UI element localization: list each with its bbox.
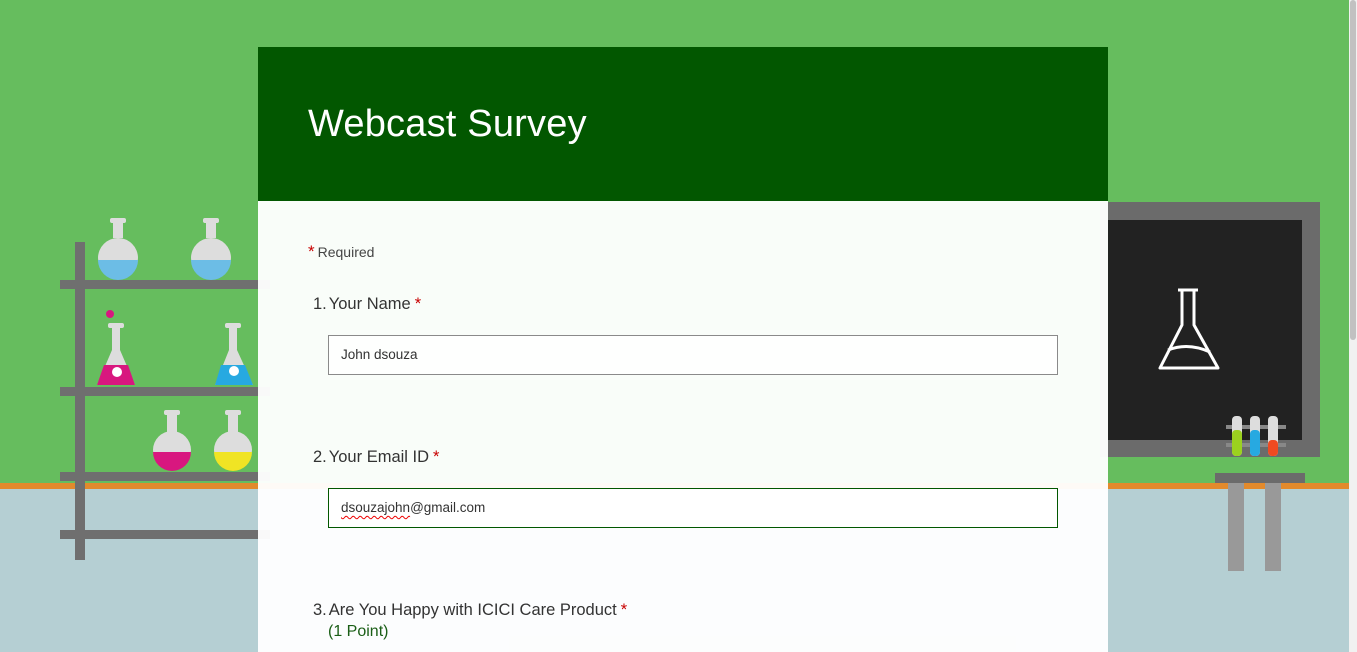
lab-shelf-illustration <box>60 242 270 560</box>
chalkboard-illustration <box>1100 202 1320 457</box>
required-label: Required <box>317 244 375 260</box>
scrollbar-thumb[interactable] <box>1350 0 1356 340</box>
flask-icon <box>98 218 138 280</box>
question-text: Your Name <box>328 295 411 313</box>
flask-icon <box>153 410 191 471</box>
form-header: Webcast Survey <box>258 47 1108 201</box>
flask-icon <box>97 310 135 385</box>
question-number: 3. <box>313 601 327 619</box>
page-scrollbar[interactable] <box>1349 0 1357 652</box>
survey-form: Webcast Survey * Required 1. Your Name * Jo… <box>258 47 1108 652</box>
question-2-label: 2. Your Email ID * <box>313 448 439 467</box>
name-input-value: John dsouza <box>341 347 418 362</box>
required-asterisk: * <box>414 295 422 313</box>
flask-icon <box>214 410 252 471</box>
question-3-label: 3. Are You Happy with ICICI Care Product * <box>313 601 627 620</box>
question-1-label: 1. Your Name * <box>313 295 421 314</box>
flask-icon <box>215 323 253 385</box>
flask-icon <box>191 218 231 280</box>
required-asterisk: * <box>620 601 628 619</box>
question-text: Your Email ID <box>328 448 430 466</box>
email-input-value-rest: @gmail.com <box>410 500 486 515</box>
required-asterisk: * <box>433 448 440 466</box>
form-title: Webcast Survey <box>308 103 587 145</box>
question-3-points: (1 Point) <box>328 623 389 640</box>
required-note: * Required <box>308 242 374 262</box>
name-input[interactable]: John dsouza <box>328 335 1058 375</box>
email-input[interactable]: dsouzajohn@gmail.com <box>328 488 1058 528</box>
question-number: 2. <box>313 448 327 466</box>
required-asterisk: * <box>308 242 315 261</box>
question-text: Are You Happy with ICICI Care Product <box>328 601 617 619</box>
question-number: 1. <box>313 295 327 313</box>
email-input-value-misspelled: dsouzajohn <box>341 500 411 515</box>
